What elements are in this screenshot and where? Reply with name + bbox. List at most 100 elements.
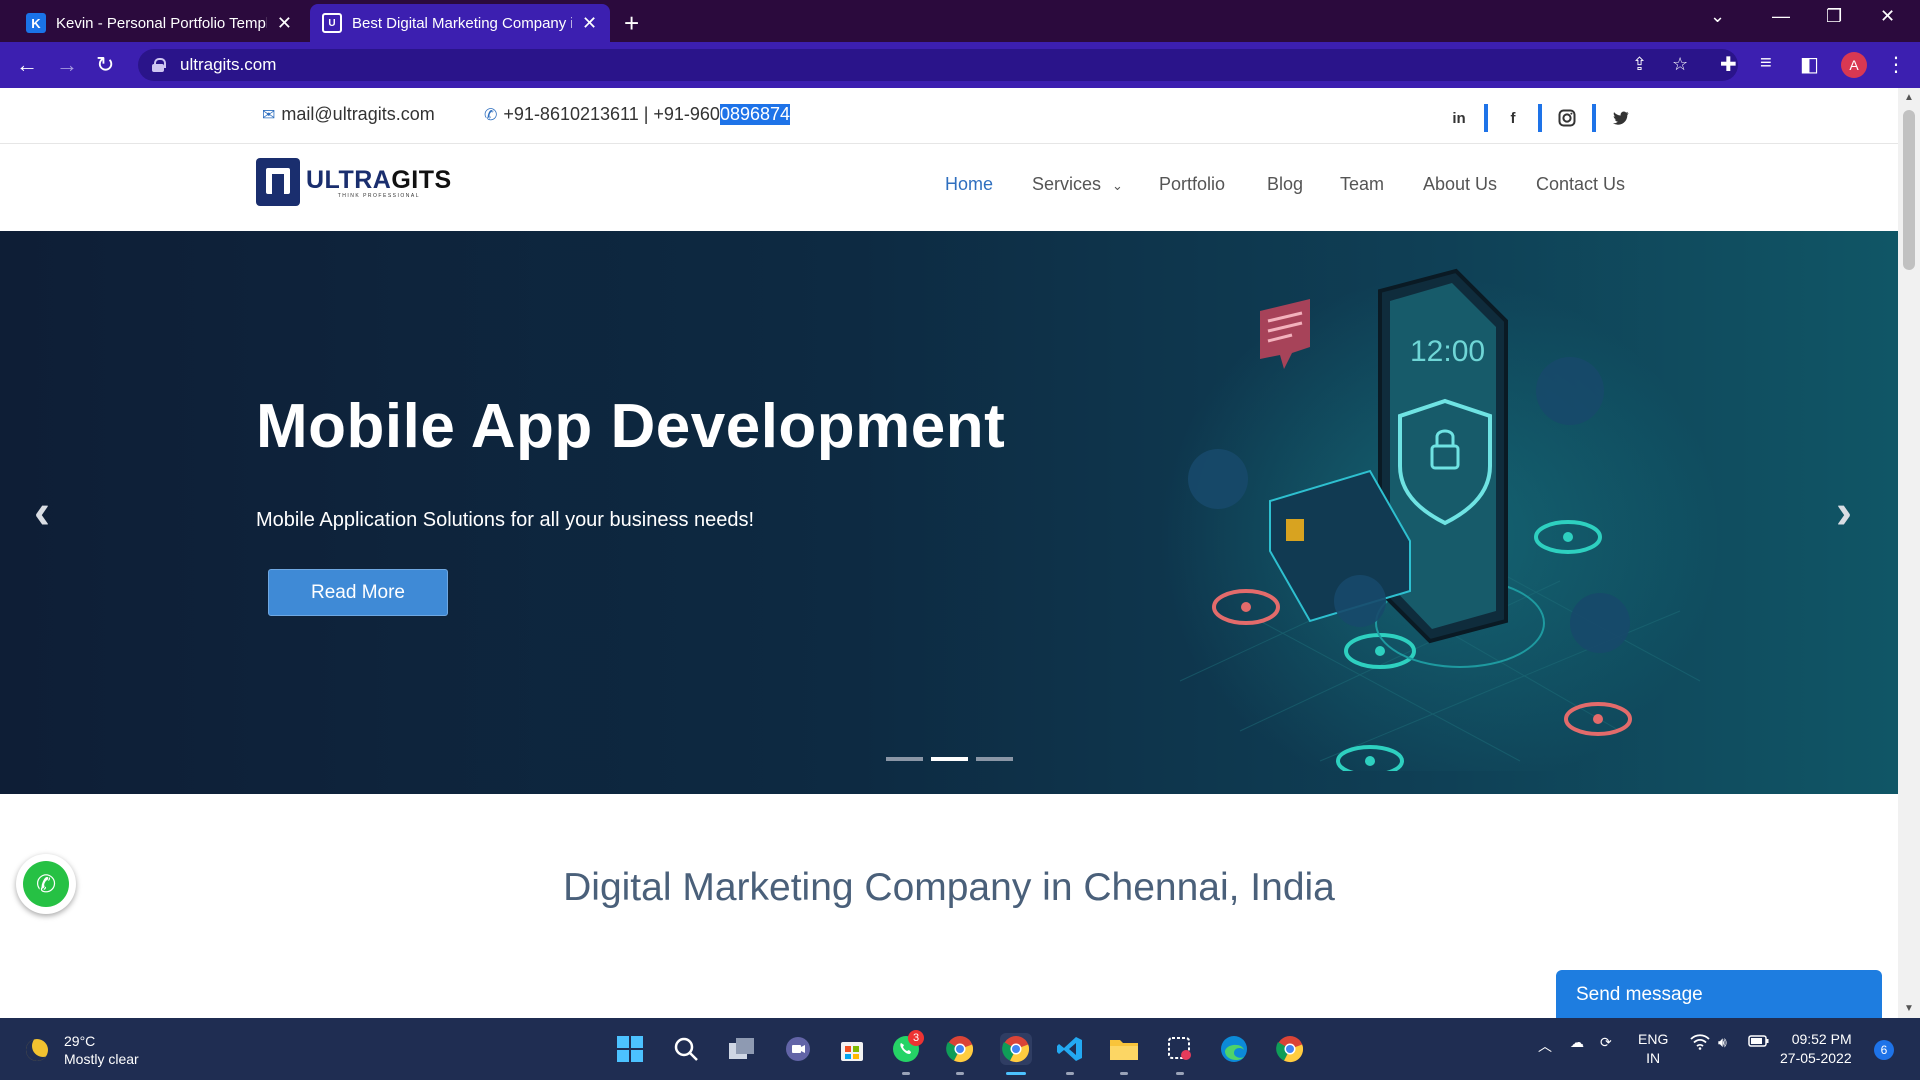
- hero-subtitle: Mobile Application Solutions for all you…: [256, 509, 755, 531]
- ultragits-logo[interactable]: ULTRAGITS THINK PROFESSIONAL: [256, 158, 452, 210]
- nav-services-label: Services: [1032, 174, 1102, 194]
- divider: [1538, 104, 1542, 132]
- search-icon[interactable]: [670, 1033, 702, 1065]
- bookmark-star-icon[interactable]: ☆: [1672, 54, 1688, 75]
- next-slide-arrow[interactable]: ›: [1836, 485, 1852, 540]
- nav-services[interactable]: Services ⌄: [1032, 174, 1123, 195]
- back-icon[interactable]: ←: [16, 52, 38, 78]
- divider: [1592, 104, 1596, 132]
- twitter-icon[interactable]: [1610, 107, 1632, 129]
- linkedin-icon[interactable]: in: [1448, 107, 1470, 129]
- windows-start-icon[interactable]: [614, 1033, 646, 1065]
- teams-chat-icon[interactable]: [782, 1033, 814, 1065]
- address-bar[interactable]: ultragits.com ⇪ ☆: [138, 49, 1738, 81]
- temperature: 29°C: [64, 1033, 96, 1049]
- battery-icon[interactable]: [1748, 1034, 1770, 1051]
- chrome-profile-a-icon[interactable]: [944, 1033, 976, 1065]
- extensions-icon[interactable]: ✚: [1720, 52, 1737, 77]
- file-explorer-icon[interactable]: [1108, 1033, 1140, 1065]
- mobile-app-illustration: 12:00: [1160, 251, 1720, 771]
- chevron-down-icon: ⌄: [1112, 178, 1123, 193]
- clock-time: 09:52 PM: [1791, 1031, 1852, 1047]
- system-clock[interactable]: 09:52 PM 27-05-2022: [1780, 1030, 1852, 1068]
- email-text: mail@ultragits.com: [281, 104, 435, 124]
- close-window-icon[interactable]: ✕: [1880, 6, 1895, 27]
- web-page: ✉ mail@ultragits.com ✆ +91-8610213611 | …: [0, 88, 1898, 1018]
- running-indicator: [1176, 1072, 1184, 1075]
- hero-title: Mobile App Development: [256, 392, 1006, 461]
- tab-favicon: K: [26, 13, 46, 33]
- scroll-down-icon[interactable]: ▼: [1904, 1003, 1914, 1014]
- reload-icon[interactable]: ↻: [96, 52, 114, 78]
- side-panel-icon[interactable]: ◧: [1800, 52, 1819, 77]
- logo-mark: [256, 158, 300, 210]
- close-tab-icon[interactable]: ✕: [582, 14, 597, 32]
- tab-ultragits[interactable]: U Best Digital Marketing Company in Chen…: [310, 4, 610, 42]
- vscode-icon[interactable]: [1054, 1033, 1086, 1065]
- phone-contact[interactable]: ✆ +91-8610213611 | +91-960 0896874: [484, 104, 791, 125]
- new-tab-icon[interactable]: +: [624, 8, 639, 39]
- weather-widget[interactable]: 29°C Mostly clear: [26, 1032, 139, 1068]
- onedrive-cloud-icon[interactable]: ☁: [1570, 1034, 1584, 1051]
- slide-dot-2[interactable]: [931, 757, 968, 761]
- profile-avatar[interactable]: A: [1841, 52, 1867, 78]
- close-tab-icon[interactable]: ✕: [277, 14, 292, 32]
- notification-count[interactable]: 6: [1874, 1040, 1894, 1060]
- snipping-tool-icon[interactable]: [1164, 1033, 1196, 1065]
- running-indicator: [956, 1072, 964, 1075]
- read-more-button[interactable]: Read More: [268, 569, 448, 616]
- section-heading: Digital Marketing Company in Chennai, In…: [563, 866, 1335, 909]
- chrome-icon[interactable]: [1274, 1033, 1306, 1065]
- tab-kevin-portfolio[interactable]: K Kevin - Personal Portfolio Template ✕: [14, 4, 304, 42]
- sync-icon[interactable]: ⟳: [1600, 1034, 1612, 1051]
- microsoft-store-icon[interactable]: [836, 1033, 868, 1065]
- browser-menu-icon[interactable]: ⋮: [1886, 52, 1906, 77]
- page-scrollbar[interactable]: ▲ ▼: [1898, 88, 1920, 1018]
- chrome-active-icon[interactable]: [1000, 1033, 1032, 1065]
- running-indicator: [1120, 1072, 1128, 1075]
- volume-icon[interactable]: 🔊︎: [1718, 1034, 1727, 1051]
- url-text: ultragits.com: [180, 55, 277, 74]
- show-hidden-icons[interactable]: ︿: [1538, 1036, 1552, 1056]
- tab-title: Best Digital Marketing Company in Chenna…: [352, 14, 572, 32]
- social-links: in f: [1448, 104, 1632, 132]
- running-indicator: [902, 1072, 910, 1075]
- tab-search-icon[interactable]: ⌄: [1710, 6, 1725, 27]
- send-message-widget[interactable]: Send message: [1556, 970, 1882, 1018]
- site-header: ULTRAGITS THINK PROFESSIONAL Home Servic…: [0, 144, 1898, 232]
- email-contact[interactable]: ✉ mail@ultragits.com: [262, 104, 435, 125]
- forward-icon[interactable]: →: [56, 52, 78, 78]
- scroll-thumb[interactable]: [1903, 110, 1915, 270]
- nav-about[interactable]: About Us: [1423, 174, 1497, 195]
- nav-contact[interactable]: Contact Us: [1536, 174, 1625, 195]
- scroll-up-icon[interactable]: ▲: [1904, 92, 1914, 103]
- browser-tab-strip: K Kevin - Personal Portfolio Template ✕ …: [0, 0, 1920, 42]
- facebook-icon[interactable]: f: [1502, 107, 1524, 129]
- browser-toolbar: ← → ↻ ultragits.com ⇪ ☆ ✚ ≡ ◧ A ⋮: [0, 42, 1920, 88]
- instagram-icon[interactable]: [1556, 107, 1578, 129]
- nav-team[interactable]: Team: [1340, 174, 1384, 195]
- running-indicator: [1066, 1072, 1074, 1075]
- task-view-icon[interactable]: [726, 1033, 758, 1065]
- nav-home[interactable]: Home: [945, 174, 993, 195]
- tab-favicon: U: [322, 13, 342, 33]
- nav-blog[interactable]: Blog: [1267, 174, 1303, 195]
- share-icon[interactable]: ⇪: [1632, 54, 1647, 75]
- wifi-icon[interactable]: [1690, 1034, 1710, 1053]
- lock-icon[interactable]: [152, 58, 166, 72]
- contact-bar: ✉ mail@ultragits.com ✆ +91-8610213611 | …: [0, 88, 1898, 144]
- edge-icon[interactable]: [1218, 1033, 1250, 1065]
- slide-dot-1[interactable]: [886, 757, 923, 761]
- media-control-icon[interactable]: ≡: [1760, 52, 1772, 75]
- active-indicator: [1006, 1072, 1026, 1075]
- whatsapp-chat-button[interactable]: ✆: [16, 854, 76, 914]
- logo-wordmark: ULTRAGITS THINK PROFESSIONAL: [306, 166, 452, 199]
- language-indicator[interactable]: ENG IN: [1638, 1030, 1668, 1068]
- phone-clock-label: 12:00: [1410, 335, 1485, 368]
- minimize-icon[interactable]: —: [1772, 6, 1790, 27]
- prev-slide-arrow[interactable]: ‹: [34, 485, 50, 540]
- slide-dot-3[interactable]: [976, 757, 1013, 761]
- moon-icon: [26, 1039, 48, 1061]
- restore-icon[interactable]: ❐: [1826, 6, 1842, 27]
- nav-portfolio[interactable]: Portfolio: [1159, 174, 1225, 195]
